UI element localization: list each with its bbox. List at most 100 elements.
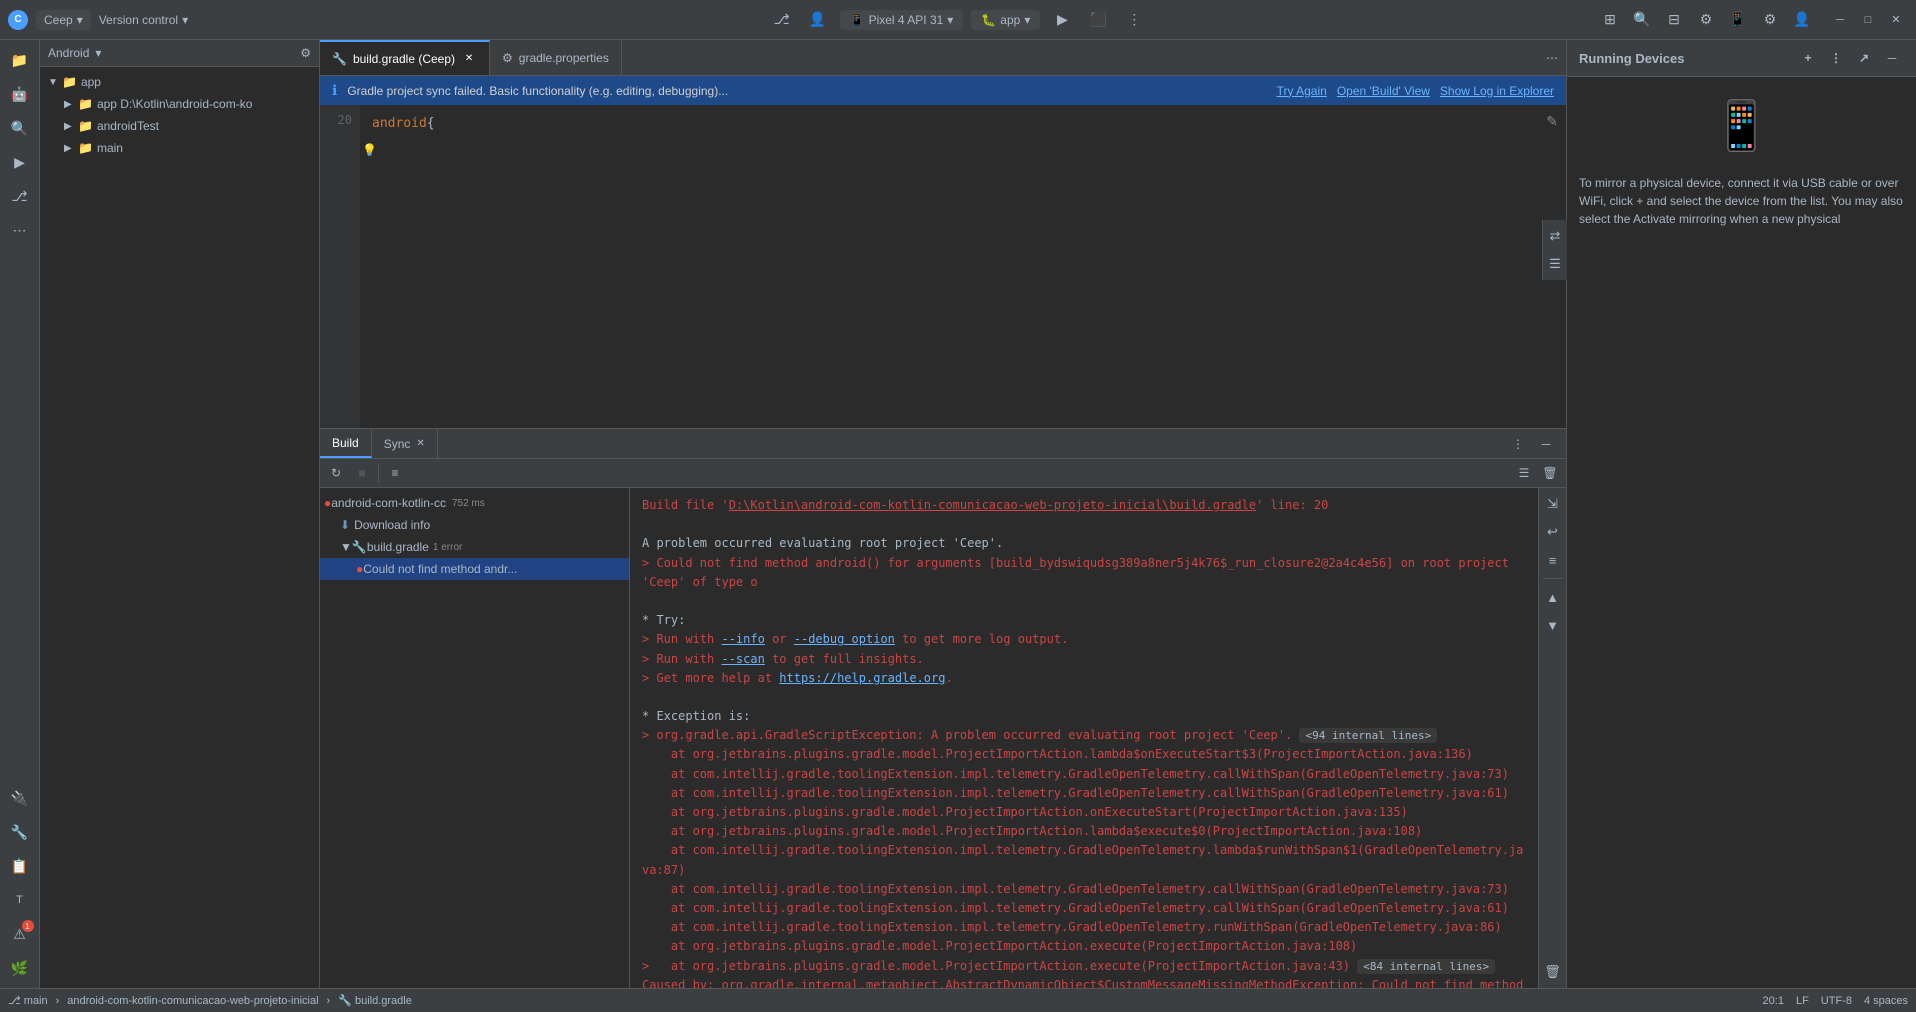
edge-trash-icon[interactable]: 🗑 [1541,960,1565,984]
build-tab-sync[interactable]: Sync ✕ [372,429,438,458]
problems-badge: 1 [22,920,34,932]
tree-item-app-root[interactable]: ▼ 📁 app [40,71,319,93]
run-info-link[interactable]: --info [721,632,764,646]
collapse-84-lines[interactable]: <84 internal lines> [1357,959,1495,974]
status-right: 20:1 LF UTF-8 4 spaces [1763,995,1908,1007]
stack-2: at com.intellij.gradle.toolingExtension.… [642,784,1526,803]
restore-button[interactable]: □ [1856,8,1880,32]
rerun-button[interactable]: ↻ [324,461,348,485]
build-tab-build[interactable]: Build [320,429,372,458]
edge-expand-icon[interactable]: ⇲ [1541,492,1565,516]
stack-6: at com.intellij.gradle.toolingExtension.… [642,880,1526,899]
tab-gradle-properties[interactable]: ⚙ gradle.properties [490,40,622,75]
git-branch-status[interactable]: ⎇ main [8,994,48,1007]
build-tree-download[interactable]: ⬇ Download info [320,514,629,536]
output-format-button[interactable]: ☰ [1512,461,1536,485]
sync-tab-close[interactable]: ✕ [416,438,424,449]
sidebar-item-problems[interactable]: ⚠ 1 [4,918,36,950]
edge-up-icon[interactable]: ▲ [1541,585,1565,609]
tab-gradle-props-icon: ⚙ [502,51,513,65]
tree-label-android-test: androidTest [97,119,311,133]
account-icon[interactable]: 👤 [1788,6,1816,34]
sidebar-item-git[interactable]: ⎇ [4,180,36,212]
version-control[interactable]: Version control ▾ [99,13,188,27]
sidebar-item-more[interactable]: ⋯ [4,214,36,246]
sidebar-item-git2[interactable]: 🌿 [4,952,36,984]
gradle-help-link[interactable]: https://help.gradle.org [779,671,945,685]
edge-down-icon[interactable]: ▼ [1541,613,1565,637]
build-tree-error[interactable]: ● Could not find method andr... [320,558,629,580]
app-selector[interactable]: 🐛 app ▾ [971,10,1040,30]
download-info-label: Download info [354,518,430,532]
profile-icon[interactable]: 👤 [804,6,832,34]
notification-icon: ℹ [332,82,337,99]
build-panel-collapse[interactable]: ─ [1534,432,1558,456]
build-output[interactable]: Build file 'D:\Kotlin\android-com-kotlin… [630,488,1538,988]
output-problem: A problem occurred evaluating root proje… [642,534,1526,553]
filter-button[interactable]: ≡ [383,461,407,485]
project-status[interactable]: android-com-kotlin-comunicacao-web-proje… [67,995,318,1007]
sidebar-item-project[interactable]: 📁 [4,44,36,76]
device-selector[interactable]: 📱 Pixel 4 API 31 ▾ [840,10,964,30]
file-status[interactable]: 🔧 build.gradle [338,994,412,1007]
sidebar-item-run[interactable]: ▶ [4,146,36,178]
minimize-button[interactable]: ─ [1828,8,1852,32]
build-panel-more[interactable]: ⋮ [1506,432,1530,456]
search-everywhere-icon[interactable]: 🔍 [1628,6,1656,34]
line-sep-status[interactable]: LF [1796,995,1809,1007]
code-content[interactable]: android { [360,105,1566,428]
edge-filter-icon[interactable]: ≡ [1541,548,1565,572]
tree-item-main[interactable]: ▶ 📁 main [40,137,319,159]
sidebar-item-logcat[interactable]: 📋 [4,850,36,882]
indent-status[interactable]: 4 spaces [1864,995,1908,1007]
panel-gear-icon[interactable]: ⚙ [300,46,311,60]
gradle-toolbar-icon[interactable]: ⊟ [1660,6,1688,34]
open-build-view-link[interactable]: Open 'Build' View [1337,84,1430,98]
tab-more-button[interactable]: ⋯ [1538,51,1566,65]
folder-icon-app-module: 📁 [78,97,93,111]
output-run-info: > Run with --info or --debug option to g… [642,630,1526,649]
run-scan-link[interactable]: --scan [721,652,764,666]
stop-button[interactable]: ■ [350,461,374,485]
side-icon-2[interactable]: ☰ [1543,252,1567,276]
sidebar-item-build[interactable]: 🔧 [4,816,36,848]
delete-log-button[interactable]: 🗑 [1538,461,1562,485]
edge-wrap-icon[interactable]: ↩ [1541,520,1565,544]
try-again-link[interactable]: Try Again [1277,84,1327,98]
sidebar-item-plugins[interactable]: 🔌 [4,782,36,814]
run-button[interactable]: ▶ [1048,6,1076,34]
encoding-status[interactable]: UTF-8 [1821,995,1852,1007]
titlebar-right: ⊞ 🔍 ⊟ ⚙ 📱 ⚙ 👤 ─ □ ✕ [1275,6,1908,34]
sidebar-item-android[interactable]: 🤖 [4,78,36,110]
tree-item-android-test[interactable]: ▶ 📁 androidTest [40,115,319,137]
running-devices-graphic: 📱 [1567,77,1916,162]
running-devices-more[interactable]: ⋮ [1824,46,1848,70]
sidebar-item-search[interactable]: 🔍 [4,112,36,144]
panel-dropdown-icon[interactable]: ▾ [95,46,101,60]
side-icon-1[interactable]: ⇄ [1543,224,1567,248]
commit-toolbar-icon[interactable]: ⊞ [1596,6,1624,34]
debug-button[interactable]: ⬛ [1084,6,1112,34]
add-device-button[interactable]: + [1796,46,1820,70]
close-button[interactable]: ✕ [1884,8,1908,32]
commit-icon[interactable]: ⎇ [768,6,796,34]
debug-option-link[interactable]: --debug option [794,632,895,646]
more-actions-button[interactable]: ⋮ [1120,6,1148,34]
project-name[interactable]: Ceep ▾ [36,10,91,30]
tab-build-gradle[interactable]: 🔧 build.gradle (Ceep) ✕ [320,40,490,75]
sidebar-item-terminal[interactable]: T [4,884,36,916]
avd-manager-icon[interactable]: 📱 [1724,6,1752,34]
running-devices-expand[interactable]: ↗ [1852,46,1876,70]
tab-build-gradle-close[interactable]: ✕ [461,51,477,67]
position-status[interactable]: 20:1 [1763,995,1784,1007]
build-tree-root[interactable]: ● android-com-kotlin-cc 752 ms [320,492,629,514]
build-tree-gradle[interactable]: ▼ 🔧 build.gradle 1 error [320,536,629,558]
sdk-manager-icon[interactable]: ⚙ [1692,6,1720,34]
settings-icon[interactable]: ⚙ [1756,6,1784,34]
running-devices-close[interactable]: ─ [1880,46,1904,70]
tree-item-app-module[interactable]: ▶ 📁 app D:\Kotlin\android-com-ko [40,93,319,115]
main-container: 📁 🤖 🔍 ▶ ⎇ ⋯ 🔌 🔧 📋 T ⚠ 1 🌿 Android ▾ ⚙ [0,40,1916,988]
show-log-link[interactable]: Show Log in Explorer [1440,84,1554,98]
file-path-link[interactable]: D:\Kotlin\android-com-kotlin-comunicacao… [729,498,1256,512]
collapse-94-lines[interactable]: <94 internal lines> [1299,728,1437,743]
